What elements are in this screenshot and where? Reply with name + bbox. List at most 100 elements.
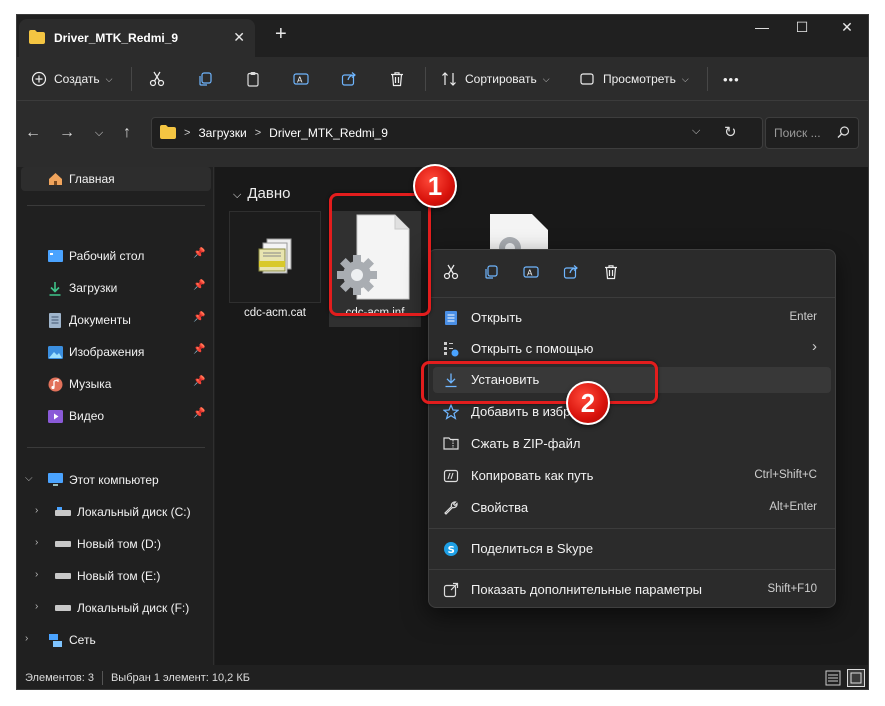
- sidebar-item-music[interactable]: Музыка 📌: [17, 372, 213, 396]
- pin-icon[interactable]: 📌: [193, 248, 205, 259]
- minimize-button[interactable]: —: [742, 19, 782, 41]
- document-icon: [47, 312, 63, 328]
- skype-icon: S: [443, 541, 459, 557]
- refresh-icon[interactable]: ↻: [724, 123, 737, 141]
- step-badge-2: 2: [566, 381, 610, 425]
- share-icon: [341, 71, 357, 87]
- sidebar-item-label: Этот компьютер: [69, 473, 159, 487]
- maximize-button[interactable]: ☐: [782, 19, 822, 41]
- tab-close-icon[interactable]: ✕: [233, 29, 245, 46]
- view-label: Просмотреть: [603, 72, 676, 86]
- pin-icon[interactable]: 📌: [193, 408, 205, 419]
- sidebar-item-network[interactable]: Сеть: [17, 628, 213, 652]
- address-bar[interactable]: > Загрузки > Driver_MTK_Redmi_9 ⌵ ↻: [151, 117, 763, 149]
- sidebar-item-label: Локальный диск (F:): [77, 601, 190, 615]
- sidebar-item-label: Сеть: [69, 633, 96, 647]
- shortcut-label: Ctrl+Shift+C: [754, 469, 817, 481]
- desktop-icon: [47, 248, 63, 264]
- pin-icon[interactable]: 📌: [193, 312, 205, 323]
- more-options-button[interactable]: •••: [723, 57, 740, 101]
- open-with-icon: [443, 341, 459, 357]
- recent-locations-icon[interactable]: ⌵: [89, 123, 109, 143]
- breadcrumb-downloads[interactable]: Загрузки: [198, 126, 246, 140]
- sidebar-item-drive-f[interactable]: Локальный диск (F:): [17, 596, 213, 620]
- menu-item-open-with[interactable]: Открыть с помощью ›: [433, 336, 831, 362]
- divider: [27, 447, 205, 448]
- share-icon[interactable]: [563, 264, 583, 284]
- open-external-icon: [443, 582, 459, 598]
- search-placeholder: Поиск ...: [774, 126, 821, 140]
- delete-button[interactable]: [389, 57, 405, 101]
- sidebar-item-this-pc[interactable]: Этот компьютер: [17, 468, 213, 492]
- chevron-down-icon[interactable]: ⌵: [692, 125, 700, 138]
- up-arrow-icon[interactable]: ↑: [117, 123, 137, 143]
- menu-item-copy-as-path[interactable]: Копировать как путь Ctrl+Shift+C: [433, 463, 831, 489]
- file-item[interactable]: cdc-acm.cat: [229, 211, 321, 327]
- paste-button[interactable]: [245, 57, 261, 101]
- sidebar-item-desktop[interactable]: Рабочий стол 📌: [17, 244, 213, 268]
- menu-item-properties[interactable]: Свойства Alt+Enter: [433, 495, 831, 521]
- divider: [27, 205, 205, 206]
- sidebar-item-images[interactable]: Изображения 📌: [17, 340, 213, 364]
- search-icon: [837, 118, 850, 159]
- rename-icon[interactable]: A: [523, 264, 543, 284]
- sidebar-item-drive-c[interactable]: Локальный диск (C:): [17, 500, 213, 524]
- tab-title: Driver_MTK_Redmi_9: [54, 31, 179, 45]
- sidebar-item-drive-e[interactable]: Новый том (E:): [17, 564, 213, 588]
- sidebar-item-downloads[interactable]: Загрузки 📌: [17, 276, 213, 300]
- trash-icon[interactable]: [603, 264, 623, 284]
- back-arrow-icon[interactable]: ←: [23, 123, 43, 143]
- chevron-right-icon: ›: [812, 338, 817, 355]
- menu-item-label: Показать дополнительные параметры: [471, 582, 703, 597]
- search-input[interactable]: Поиск ...: [765, 117, 859, 149]
- notepad-icon: [443, 310, 459, 326]
- divider: [707, 67, 708, 91]
- home-icon: [47, 171, 63, 187]
- drive-icon: [55, 504, 71, 520]
- group-label: Давно: [247, 185, 291, 202]
- breadcrumb-current-folder[interactable]: Driver_MTK_Redmi_9: [269, 126, 388, 140]
- chevron-down-icon: ⌵: [233, 189, 242, 201]
- menu-item-compress-zip[interactable]: Сжать в ZIP-файл: [433, 431, 831, 457]
- tab-driver-folder[interactable]: Driver_MTK_Redmi_9 ✕: [19, 19, 255, 57]
- computer-icon: [47, 472, 63, 488]
- cut-button[interactable]: [149, 57, 165, 101]
- menu-item-show-more-options[interactable]: Показать дополнительные параметры Shift+…: [433, 577, 831, 603]
- new-tab-button[interactable]: +: [275, 24, 287, 44]
- shortcut-label: Enter: [789, 311, 818, 323]
- forward-arrow-icon[interactable]: →: [57, 123, 77, 143]
- status-bar: Элементов: 3 Выбран 1 элемент: 10,2 КБ: [17, 665, 868, 689]
- sidebar-item-documents[interactable]: Документы 📌: [17, 308, 213, 332]
- share-button[interactable]: [341, 57, 357, 101]
- menu-item-open[interactable]: Открыть Enter: [433, 305, 831, 331]
- sidebar-item-label: Документы: [69, 313, 131, 327]
- video-icon: [47, 408, 63, 424]
- create-button[interactable]: Создать ⌵: [31, 57, 112, 101]
- copy-button[interactable]: [197, 57, 213, 101]
- sidebar-item-home[interactable]: Главная: [21, 167, 211, 191]
- close-button[interactable]: ✕: [827, 19, 867, 41]
- pin-icon[interactable]: 📌: [193, 344, 205, 355]
- sidebar-item-label: Музыка: [69, 377, 112, 391]
- sidebar-item-video[interactable]: Видео 📌: [17, 404, 213, 428]
- rename-button[interactable]: A: [293, 57, 309, 101]
- pin-icon[interactable]: 📌: [193, 280, 205, 291]
- sidebar-item-label: Видео: [69, 409, 105, 423]
- group-header[interactable]: ⌵ Давно: [233, 185, 290, 202]
- pin-icon[interactable]: 📌: [193, 376, 205, 387]
- rename-icon: A: [293, 71, 309, 87]
- sort-button[interactable]: Сортировать ⌵: [441, 57, 550, 101]
- scissors-icon[interactable]: [443, 264, 463, 284]
- copy-icon: [197, 71, 213, 87]
- sidebar-item-drive-d[interactable]: Новый том (D:): [17, 532, 213, 556]
- plus-circle-icon: [31, 71, 47, 87]
- scissors-icon: [149, 71, 165, 87]
- zip-folder-icon: [443, 436, 459, 452]
- tiles-view-icon[interactable]: [847, 669, 865, 689]
- details-view-icon[interactable]: [825, 670, 841, 689]
- menu-item-share-skype[interactable]: S Поделиться в Skype: [433, 536, 831, 562]
- network-icon: [47, 632, 63, 648]
- view-button[interactable]: Просмотреть ⌵: [579, 57, 689, 101]
- copy-icon[interactable]: [483, 264, 503, 284]
- svg-text:A: A: [297, 76, 303, 85]
